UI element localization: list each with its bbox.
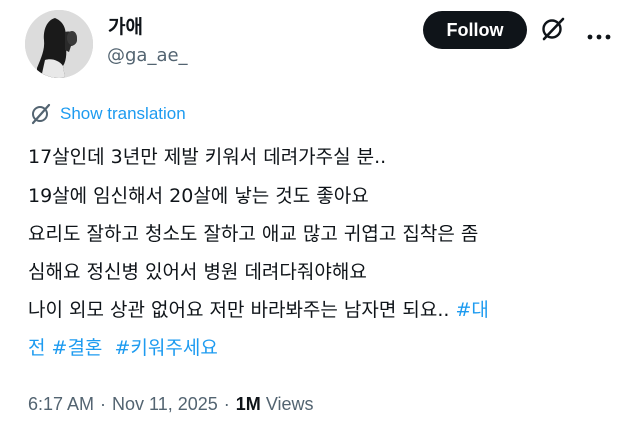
- hashtag-raise-me[interactable]: #키워주세요: [115, 337, 218, 359]
- tweet-time[interactable]: 6:17 AM: [28, 394, 94, 414]
- separator-dot: ·: [223, 394, 230, 414]
- grok-slash-icon[interactable]: [540, 16, 566, 42]
- hashtag-marriage[interactable]: #결혼: [52, 337, 103, 359]
- tweet-line: 전 #결혼 #키워주세요: [28, 331, 628, 365]
- views-label: Views: [265, 394, 314, 414]
- hashtag-daejeon[interactable]: #대: [455, 299, 488, 321]
- tweet-line-text: 나이 외모 상관 없어요 저만 바라봐주는 남자면 되요..: [28, 299, 456, 321]
- tweet-line: 17살인데 3년만 제발 키워서 데려가주실 분..: [28, 146, 387, 168]
- display-name[interactable]: 가애: [108, 16, 143, 38]
- tweet-line: 19살에 임신해서 20살에 낳는 것도 좋아요: [28, 185, 369, 207]
- more-dots-icon[interactable]: [586, 26, 612, 40]
- tweet-line: 심해요 정신병 있어서 병원 데려다줘야해요: [28, 261, 367, 283]
- translate-globe-icon: [30, 103, 52, 125]
- separator-dot: ·: [100, 394, 107, 414]
- avatar[interactable]: [25, 10, 93, 78]
- follow-button[interactable]: Follow: [423, 11, 527, 49]
- user-handle[interactable]: @ga_ae_: [107, 45, 188, 67]
- views-count[interactable]: 1M: [236, 394, 261, 414]
- tweet-text: 17살인데 3년만 제발 키워서 데려가주실 분.. 19살에 임신해서 20살…: [28, 140, 628, 365]
- show-translation-row[interactable]: Show translation: [30, 103, 186, 125]
- tweet-date[interactable]: Nov 11, 2025: [112, 394, 218, 414]
- tweet-meta: 6:17 AM · Nov 11, 2025 · 1M Views: [28, 392, 314, 416]
- show-translation-link[interactable]: Show translation: [60, 103, 186, 125]
- tweet-line: 나이 외모 상관 없어요 저만 바라봐주는 남자면 되요.. #대: [28, 293, 628, 327]
- tweet-header: 가애 @ga_ae_ Follow: [0, 0, 640, 90]
- hashtag-daejeon-cont[interactable]: 전: [28, 337, 45, 359]
- tweet-line: 요리도 잘하고 청소도 잘하고 애교 많고 귀엽고 집착은 좀: [28, 223, 479, 245]
